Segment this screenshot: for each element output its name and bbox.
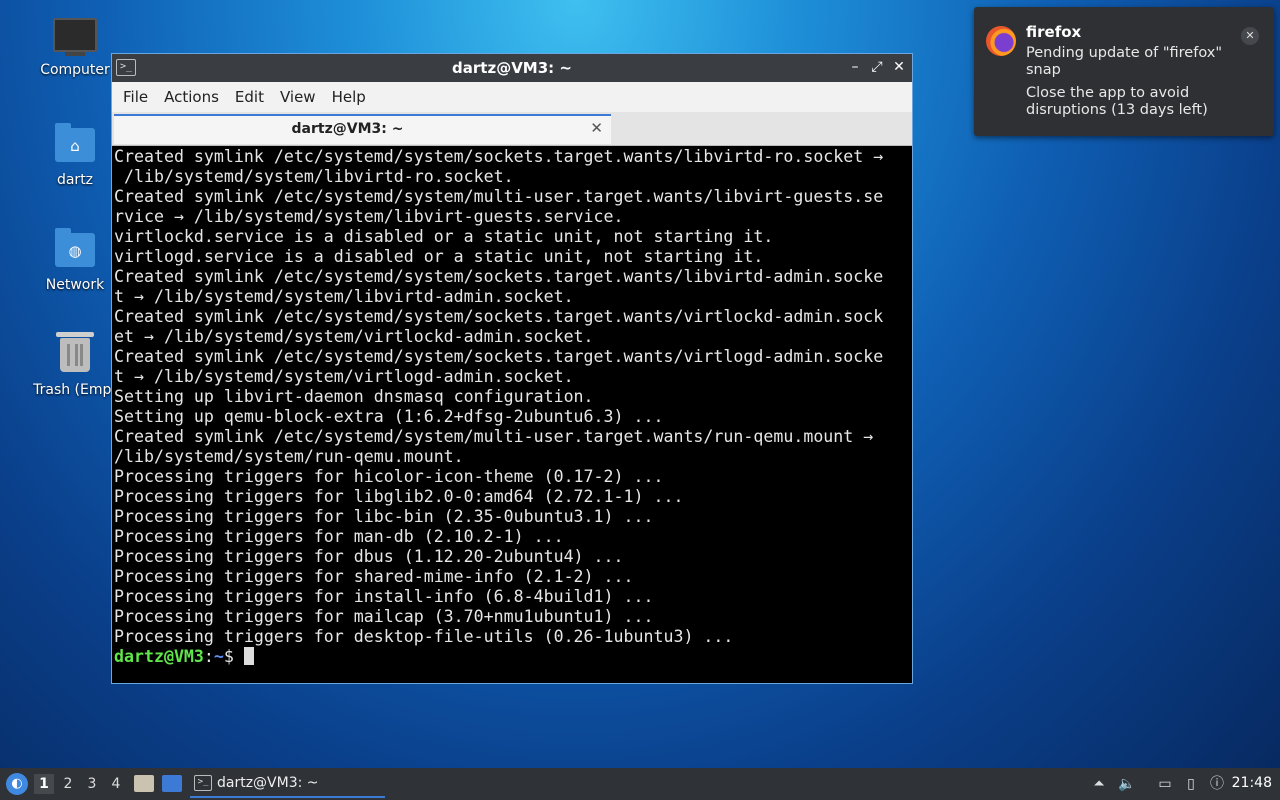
terminal-line: virtlockd.service is a disabled or a sta… (114, 227, 774, 246)
terminal-line: virtlogd.service is a disabled or a stat… (114, 247, 764, 266)
prompt-path: ~ (213, 647, 224, 666)
tab-bar: dartz@VM3: ~ ✕ (112, 112, 912, 146)
start-menu-icon[interactable]: ◐ (6, 773, 28, 795)
firefox-icon (986, 26, 1016, 56)
prompt-separator: : (203, 647, 214, 666)
terminal-line: t → /lib/systemd/system/virtlogd-admin.s… (114, 367, 574, 386)
terminal-line: Created symlink /etc/systemd/system/sock… (114, 347, 884, 366)
terminal-line: Processing triggers for libc-bin (2.35-0… (114, 507, 654, 526)
trash-icon (53, 332, 97, 378)
volume-icon[interactable]: 🔈 (1118, 775, 1136, 793)
terminal-line: Created symlink /etc/systemd/system/sock… (114, 147, 884, 166)
close-button[interactable]: ✕ (892, 58, 906, 76)
notification-message: Pending update of "firefox" snap (1026, 45, 1223, 78)
menu-bar: File Actions Edit View Help (112, 82, 912, 112)
terminal-line: Setting up libvirt-daemon dnsmasq config… (114, 387, 594, 406)
clipboard-icon[interactable]: ▯ (1182, 775, 1200, 793)
update-notification[interactable]: firefox Pending update of "firefox" snap… (974, 7, 1274, 136)
notification-close-icon[interactable]: ✕ (1241, 27, 1259, 45)
prompt-user-host: dartz@VM3 (114, 647, 204, 666)
file-manager-launcher-icon[interactable] (134, 775, 154, 792)
notification-title: firefox (1026, 23, 1082, 41)
menu-actions[interactable]: Actions (156, 88, 227, 106)
taskbar-terminal-button[interactable]: >_ dartz@VM3: ~ (190, 770, 385, 798)
workspace-4[interactable]: 4 (106, 774, 126, 794)
update-notifier-icon[interactable]: ⓘ (1208, 775, 1226, 793)
maximize-button[interactable]: ⤢ (870, 58, 884, 76)
terminal-task-icon: >_ (194, 775, 212, 791)
show-desktop-icon[interactable] (162, 775, 182, 792)
notification-detail: Close the app to avoid disruptions (13 d… (1026, 85, 1208, 118)
tab-title: dartz@VM3: ~ (291, 121, 404, 137)
text-cursor (243, 647, 254, 665)
tab-close-icon[interactable]: ✕ (590, 119, 603, 137)
taskbar-task-label: dartz@VM3: ~ (217, 775, 319, 791)
terminal-line: rvice → /lib/systemd/system/libvirt-gues… (114, 207, 624, 226)
terminal-line: Processing triggers for libglib2.0-0:amd… (114, 487, 684, 506)
minimize-button[interactable]: – (848, 58, 862, 76)
terminal-line: Created symlink /etc/systemd/system/sock… (114, 267, 884, 286)
terminal-line: Processing triggers for desktop-file-uti… (114, 627, 734, 646)
terminal-line: t → /lib/systemd/system/libvirtd-admin.s… (114, 287, 574, 306)
taskbar: ◐ 1 2 3 4 >_ dartz@VM3: ~ ⏶ 🔈 ▭ ▯ ⓘ 21:4… (0, 768, 1280, 800)
menu-view[interactable]: View (272, 88, 324, 106)
terminal-line: Processing triggers for man-db (2.10.2-1… (114, 527, 564, 546)
terminal-line: Processing triggers for dbus (1.12.20-2u… (114, 547, 624, 566)
prompt-symbol: $ (223, 647, 244, 666)
terminal-line: Created symlink /etc/systemd/system/mult… (114, 187, 884, 206)
workspace-2[interactable]: 2 (58, 774, 78, 794)
workspace-1[interactable]: 1 (34, 774, 54, 794)
network-tray-icon[interactable]: ▭ (1156, 775, 1174, 793)
terminal-tab[interactable]: dartz@VM3: ~ ✕ (114, 114, 611, 144)
terminal-output[interactable]: Created symlink /etc/systemd/system/sock… (114, 147, 910, 681)
tray-expand-icon[interactable]: ⏶ (1090, 775, 1108, 793)
menu-file[interactable]: File (115, 88, 156, 106)
network-folder-icon: ◍ (53, 228, 97, 273)
menu-help[interactable]: Help (324, 88, 374, 106)
window-titlebar[interactable]: >_ dartz@VM3: ~ – ⤢ ✕ (112, 54, 912, 82)
prompt-line: dartz@VM3:~$ (114, 647, 910, 667)
terminal-line: Processing triggers for shared-mime-info… (114, 567, 634, 586)
terminal-line: /lib/systemd/system/libvirtd-ro.socket. (114, 167, 514, 186)
workspace-3[interactable]: 3 (82, 774, 102, 794)
terminal-line: Setting up qemu-block-extra (1:6.2+dfsg-… (114, 407, 664, 426)
menu-edit[interactable]: Edit (227, 88, 272, 106)
terminal-line: et → /lib/systemd/system/virtlockd-admin… (114, 327, 594, 346)
terminal-line: Created symlink /etc/systemd/system/mult… (114, 427, 874, 446)
clock[interactable]: 21:48 (1232, 775, 1272, 791)
terminal-line: Processing triggers for mailcap (3.70+nm… (114, 607, 654, 626)
terminal-line: /lib/systemd/system/run-qemu.mount. (114, 447, 464, 466)
home-folder-icon: ⌂ (53, 123, 97, 168)
terminal-line: Created symlink /etc/systemd/system/sock… (114, 307, 884, 326)
terminal-window: >_ dartz@VM3: ~ – ⤢ ✕ File Actions Edit … (111, 53, 913, 684)
terminal-line: Processing triggers for install-info (6.… (114, 587, 654, 606)
terminal-line: Processing triggers for hicolor-icon-the… (114, 467, 664, 486)
computer-icon (53, 18, 97, 58)
window-title: dartz@VM3: ~ (452, 59, 572, 77)
